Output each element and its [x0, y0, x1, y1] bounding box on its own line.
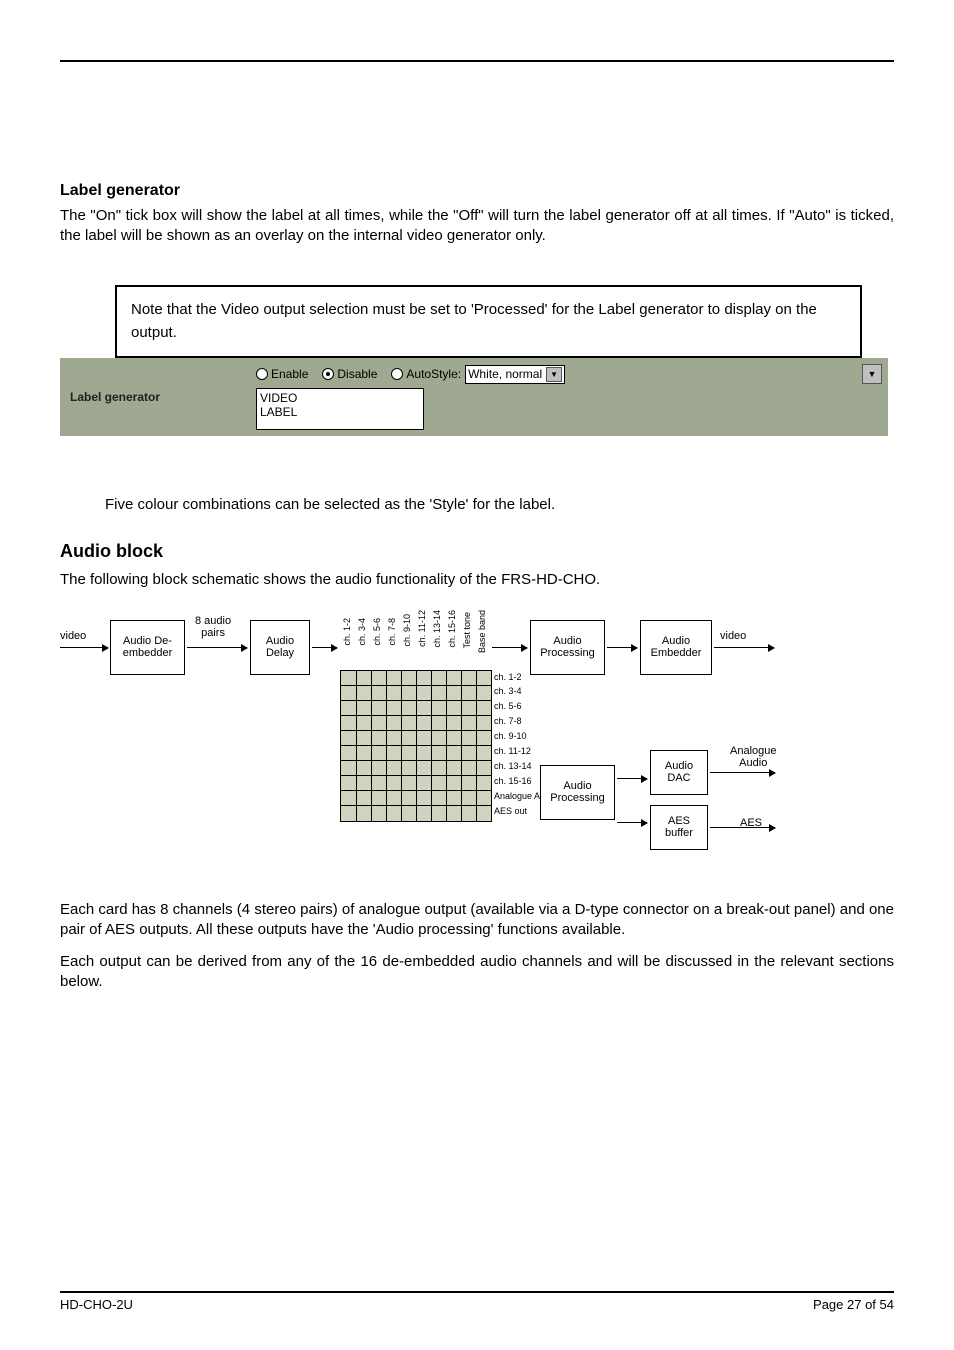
arrow-icon — [714, 647, 774, 648]
label-generator-caption: Label generator — [60, 358, 250, 436]
matrix-col-1: ch. 3-4 — [357, 618, 367, 646]
matrix-col-6: ch. 13-14 — [432, 610, 442, 648]
matrix-col-4: ch. 9-10 — [402, 614, 412, 647]
matrix-row-5: ch. 11-12 — [494, 746, 531, 756]
matrix-col-8: Test tone — [462, 612, 472, 649]
analogue-out-label: Analogue Audio — [730, 745, 777, 769]
matrix-col-7: ch. 15-16 — [447, 610, 457, 648]
label-generator-panel: Label generator Enable Disable Auto Styl… — [60, 358, 888, 436]
block-deembedder: Audio De- embedder — [110, 620, 185, 675]
arrow-icon — [617, 822, 647, 823]
arrow-icon — [60, 647, 108, 648]
block-audio-processing-top: Audio Processing — [530, 620, 605, 675]
label-text-input[interactable]: VIDEO LABEL — [256, 388, 424, 430]
matrix-row-7: ch. 15-16 — [494, 776, 532, 786]
arrow-icon — [617, 778, 647, 779]
matrix-row-9: AES out — [494, 806, 527, 816]
matrix-row-6: ch. 13-14 — [494, 761, 532, 771]
aes-out-label: AES — [740, 817, 762, 829]
footer-right: Page 27 of 54 — [813, 1297, 894, 1312]
radio-auto[interactable]: Auto — [391, 367, 431, 381]
arrow-icon — [607, 647, 637, 648]
pairs-label: 8 audio pairs — [195, 615, 231, 639]
arrow-icon — [710, 772, 775, 773]
panel-dropdown-icon[interactable]: ▼ — [862, 364, 882, 384]
matrix-col-3: ch. 7-8 — [387, 618, 397, 646]
matrix-row-2: ch. 5-6 — [494, 701, 522, 711]
radio-enable[interactable]: Enable — [256, 367, 308, 381]
matrix-col-0: ch. 1-2 — [342, 618, 352, 646]
style-select[interactable]: White, normal ▼ — [465, 365, 565, 384]
matrix-row-4: ch. 9-10 — [494, 731, 527, 741]
audio-block-diagram: video Audio De- embedder 8 audio pairs A… — [60, 600, 820, 880]
style-select-value: White, normal — [468, 367, 542, 381]
block-audio-dac: Audio DAC — [650, 750, 708, 795]
block-audio-processing-bottom: Audio Processing — [540, 765, 615, 820]
radio-disable[interactable]: Disable — [322, 367, 377, 381]
style-label: Style: — [431, 367, 461, 381]
video-out-label: video — [720, 630, 746, 642]
audio-block-heading: Audio block — [60, 541, 894, 562]
matrix-col-9: Base band — [477, 610, 487, 653]
block-audio-embedder: Audio Embedder — [640, 620, 712, 675]
block-audio-delay: Audio Delay — [250, 620, 310, 675]
paragraph-2: Five colour combinations can be selected… — [105, 496, 894, 513]
label-mode-radio-group: Enable Disable Auto — [256, 367, 431, 381]
arrow-icon — [492, 647, 527, 648]
note-box: Note that the Video output selection mus… — [115, 285, 862, 358]
radio-auto-label: Auto — [406, 367, 431, 381]
video-in-label: video — [60, 630, 86, 642]
paragraph-1: The "On" tick box will show the label at… — [60, 206, 894, 245]
matrix-col-5: ch. 11-12 — [417, 610, 427, 647]
radio-disable-label: Disable — [337, 367, 377, 381]
footer-left: HD-CHO-2U — [60, 1297, 133, 1312]
paragraph-3: The following block schematic shows the … — [60, 570, 894, 590]
radio-enable-label: Enable — [271, 367, 308, 381]
matrix-row-3: ch. 7-8 — [494, 716, 522, 726]
paragraph-4: Each card has 8 channels (4 stereo pairs… — [60, 900, 894, 941]
matrix-row-0: ch. 1-2 — [494, 672, 522, 682]
routing-matrix — [340, 670, 492, 822]
matrix-col-2: ch. 5-6 — [372, 618, 382, 646]
top-rule — [60, 60, 894, 62]
arrow-icon — [312, 647, 337, 648]
block-aes-buffer: AES buffer — [650, 805, 708, 850]
page-footer: HD-CHO-2U Page 27 of 54 — [60, 1291, 894, 1312]
matrix-row-1: ch. 3-4 — [494, 686, 522, 696]
arrow-icon — [187, 647, 247, 648]
chevron-down-icon: ▼ — [546, 367, 562, 382]
note-text: Note that the Video output selection mus… — [131, 301, 817, 341]
paragraph-5: Each output can be derived from any of t… — [60, 952, 894, 993]
section-title: Label generator — [60, 182, 894, 200]
